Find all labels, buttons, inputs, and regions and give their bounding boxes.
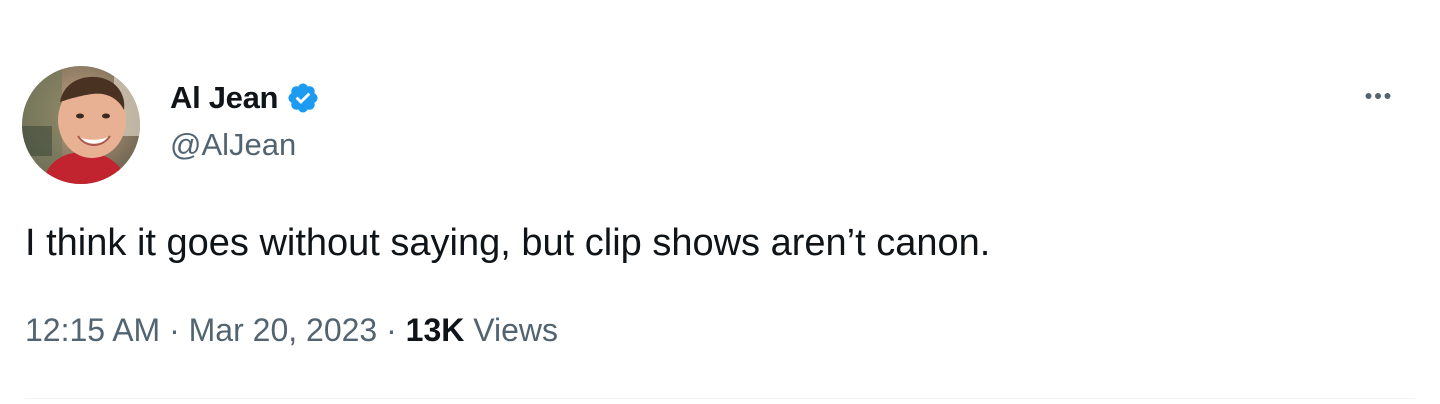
- tweet-meta: 12:15 AM · Mar 20, 2023 · 13K Views: [25, 312, 558, 349]
- meta-separator: ·: [377, 312, 406, 348]
- avatar-photo: [22, 66, 140, 184]
- avatar[interactable]: [22, 66, 140, 184]
- tweet-date[interactable]: Mar 20, 2023: [189, 312, 378, 348]
- tweet-time[interactable]: 12:15 AM: [25, 312, 160, 348]
- divider: [25, 398, 1415, 399]
- more-horizontal-icon[interactable]: [1356, 78, 1400, 114]
- author-name-row: Al Jean: [170, 78, 320, 118]
- tweet-text: I think it goes without saying, but clip…: [25, 222, 991, 264]
- verified-badge-icon[interactable]: [286, 81, 320, 115]
- tweet-card: Al Jean @AlJean I think it goes without …: [0, 0, 1440, 404]
- display-name[interactable]: Al Jean: [170, 80, 278, 116]
- author-handle[interactable]: @AlJean: [170, 127, 296, 163]
- meta-separator: ·: [160, 312, 189, 348]
- views-label: Views: [473, 312, 559, 348]
- views-count[interactable]: 13K: [406, 312, 465, 348]
